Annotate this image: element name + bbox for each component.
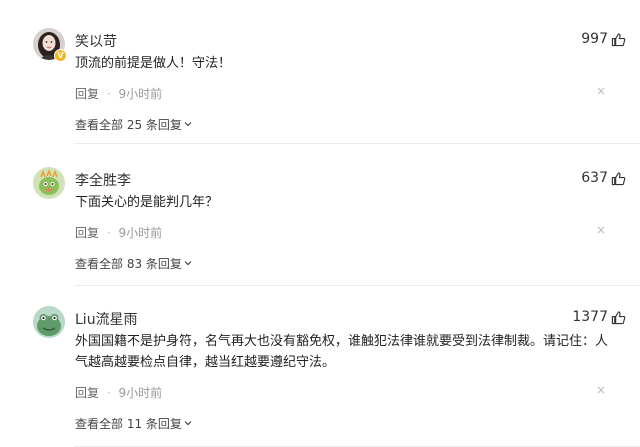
comment-time: 9小时前 [118,87,163,101]
meta-separator: · [106,226,111,240]
avatar[interactable] [33,306,65,338]
reply-button[interactable]: 回复 [75,226,99,240]
close-icon[interactable]: × [596,84,606,98]
view-replies-link[interactable]: 查看全部 11 条回复 [75,415,193,432]
comment-meta: 回复 · 9小时前 [75,85,162,102]
like-count: 997 [581,31,608,47]
view-replies-link[interactable]: 查看全部 83 条回复 [75,255,193,272]
comment-meta: 回复 · 9小时前 [75,224,162,241]
view-replies-label: 查看全部 11 条回复 [75,417,182,431]
like-button[interactable]: 997 [581,31,626,47]
username[interactable]: Liu流星雨 [75,309,138,329]
comment-text: 外国国籍不是护身符，名气再大也没有豁免权，谁触犯法律谁就要受到法律制裁。请记住：… [75,334,609,370]
chevron-down-icon [183,417,193,431]
comment-item: V 笑以苛 997 顶流的前提是做人！守法！ 回复 · 9小时前 × 查看全部 … [0,28,640,144]
comment-text: 顶流的前提是做人！守法！ [75,56,232,71]
like-count: 637 [581,170,608,186]
thumbs-up-icon [611,32,626,47]
username[interactable]: 李全胜李 [75,170,131,190]
meta-separator: · [106,386,111,400]
reply-button[interactable]: 回复 [75,386,99,400]
view-replies-label: 查看全部 83 条回复 [75,257,182,271]
comment-item: Liu流星雨 1377 外国国籍不是护身符，名气再大也没有豁免权，谁触犯法律谁就… [0,306,640,447]
like-count: 1377 [572,309,608,325]
thumbs-up-icon [611,310,626,325]
comment-time: 9小时前 [118,386,163,400]
comment-time: 9小时前 [118,226,163,240]
like-button[interactable]: 1377 [572,309,626,325]
like-button[interactable]: 637 [581,170,626,186]
comment-text: 下面关心的是能判几年？ [75,195,219,210]
close-icon[interactable]: × [596,223,606,237]
view-replies-link[interactable]: 查看全部 25 条回复 [75,116,193,133]
reply-button[interactable]: 回复 [75,87,99,101]
meta-separator: · [106,87,111,101]
verified-badge-icon: V [54,49,67,62]
chevron-down-icon [183,118,193,132]
close-icon[interactable]: × [596,383,606,397]
view-replies-label: 查看全部 25 条回复 [75,118,182,132]
username[interactable]: 笑以苛 [75,31,117,51]
comment-meta: 回复 · 9小时前 [75,384,162,401]
chevron-down-icon [183,257,193,271]
comment-item: 李全胜李 637 下面关心的是能判几年？ 回复 · 9小时前 × 查看全部 83… [0,167,640,286]
thumbs-up-icon [611,171,626,186]
avatar[interactable] [33,167,65,199]
